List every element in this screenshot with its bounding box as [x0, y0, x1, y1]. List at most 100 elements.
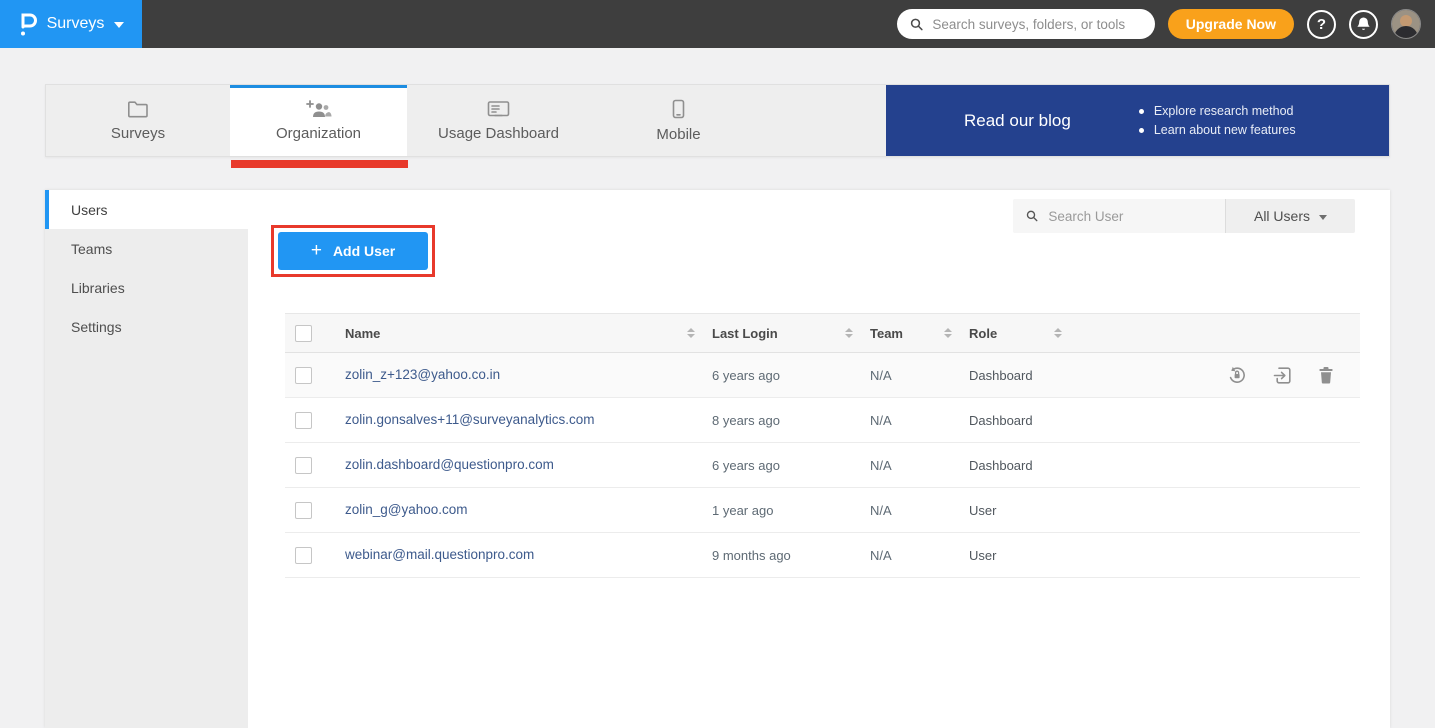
chevron-down-icon [114, 22, 124, 28]
sort-icon[interactable] [687, 328, 695, 338]
team-cell: N/A [866, 368, 965, 383]
tab-label: Organization [276, 125, 361, 142]
row-checkbox[interactable] [295, 367, 312, 384]
chevron-down-icon [1319, 215, 1327, 220]
questionpro-logo-icon [18, 11, 37, 37]
tab-surveys[interactable]: Surveys [46, 85, 230, 156]
last-login-cell: 6 years ago [708, 368, 866, 383]
select-all-checkbox[interactable] [295, 325, 312, 342]
user-email-link[interactable]: zolin_z+123@yahoo.co.in [345, 367, 500, 382]
column-header-team: Team [866, 326, 965, 341]
column-header-name: Name [330, 326, 708, 341]
sidebar-item-teams[interactable]: Teams [45, 229, 248, 268]
search-user-box [1013, 199, 1225, 233]
notifications-button[interactable] [1349, 10, 1378, 39]
help-button[interactable]: ? [1307, 10, 1336, 39]
add-group-icon [306, 100, 332, 118]
tab-mobile[interactable]: Mobile [590, 85, 767, 156]
row-checkbox[interactable] [295, 502, 312, 519]
row-checkbox[interactable] [295, 547, 312, 564]
last-login-cell: 1 year ago [708, 503, 866, 518]
annotation-highlight-organization-tab [231, 160, 408, 168]
add-user-label: Add User [333, 243, 395, 259]
user-email-link[interactable]: zolin.gonsalves+11@surveyanalytics.com [345, 412, 594, 427]
table-row: zolin.gonsalves+11@surveyanalytics.com 8… [285, 398, 1360, 443]
organization-panel: Users Teams Libraries Settings + Add Use… [45, 190, 1390, 728]
global-search [897, 9, 1155, 39]
sidebar-item-label: Libraries [71, 280, 125, 296]
blog-panel-title: Read our blog [964, 111, 1071, 131]
team-cell: N/A [866, 548, 965, 563]
blog-bullet-text: Learn about new features [1154, 123, 1296, 137]
user-filter-dropdown[interactable]: All Users [1225, 199, 1355, 233]
sidebar-item-libraries[interactable]: Libraries [45, 268, 248, 307]
add-user-button[interactable]: + Add User [278, 232, 428, 270]
last-login-cell: 8 years ago [708, 413, 866, 428]
users-table: Name Last Login Team Role [285, 313, 1360, 578]
dashboard-icon [487, 100, 510, 118]
sort-icon[interactable] [845, 328, 853, 338]
team-cell: N/A [866, 413, 965, 428]
table-row: zolin_g@yahoo.com 1 year ago N/A User [285, 488, 1360, 533]
user-email-link[interactable]: zolin_g@yahoo.com [345, 502, 468, 517]
plus-icon: + [311, 241, 322, 260]
table-row: webinar@mail.questionpro.com 9 months ag… [285, 533, 1360, 578]
table-row: zolin.dashboard@questionpro.com 6 years … [285, 443, 1360, 488]
role-cell: User [965, 548, 1075, 563]
user-email-link[interactable]: webinar@mail.questionpro.com [345, 547, 534, 562]
users-table-header: Name Last Login Team Role [285, 313, 1360, 353]
users-content: + Add User All Users [248, 190, 1390, 728]
user-avatar[interactable] [1391, 9, 1421, 39]
last-login-cell: 6 years ago [708, 458, 866, 473]
avatar-photo [1392, 10, 1420, 38]
role-cell: User [965, 503, 1075, 518]
sidebar-item-label: Settings [71, 319, 122, 335]
sidebar-item-users[interactable]: Users [45, 190, 248, 229]
sidebar-item-label: Users [71, 202, 108, 218]
sidebar-item-label: Teams [71, 241, 112, 257]
last-login-cell: 9 months ago [708, 548, 866, 563]
blog-bullet: Learn about new features [1139, 123, 1296, 137]
column-label: Name [345, 326, 380, 341]
column-label: Last Login [712, 326, 778, 341]
sidebar-item-settings[interactable]: Settings [45, 307, 248, 346]
row-checkbox[interactable] [295, 457, 312, 474]
module-tab-bar: Surveys Organization Usage Dashboard Mob… [45, 84, 1390, 157]
column-label: Role [969, 326, 997, 341]
sort-icon[interactable] [1054, 328, 1062, 338]
user-email-link[interactable]: zolin.dashboard@questionpro.com [345, 457, 554, 472]
folder-icon [127, 100, 149, 118]
column-header-last-login: Last Login [708, 326, 866, 341]
tab-organization[interactable]: Organization [230, 85, 407, 156]
tab-usage-dashboard[interactable]: Usage Dashboard [407, 85, 590, 156]
header-checkbox-cell [285, 325, 330, 342]
role-cell: Dashboard [965, 368, 1075, 383]
tab-label: Mobile [656, 126, 700, 143]
column-label: Team [870, 326, 903, 341]
topbar: Surveys Upgrade Now ? [0, 0, 1435, 48]
role-cell: Dashboard [965, 458, 1075, 473]
product-label: Surveys [47, 15, 105, 33]
table-row: zolin_z+123@yahoo.co.in 6 years ago N/A … [285, 353, 1360, 398]
product-switcher[interactable]: Surveys [0, 0, 142, 48]
org-sidebar: Users Teams Libraries Settings [45, 190, 248, 728]
search-icon [1026, 209, 1038, 223]
team-cell: N/A [866, 458, 965, 473]
bullet-dot-icon [1139, 109, 1144, 114]
mobile-icon [672, 99, 685, 119]
blog-bullet-text: Explore research method [1154, 104, 1294, 118]
reset-password-icon[interactable] [1227, 365, 1247, 385]
blog-promo-panel[interactable]: Read our blog Explore research method Le… [886, 85, 1389, 156]
global-search-input[interactable] [932, 17, 1141, 32]
row-checkbox[interactable] [295, 412, 312, 429]
blog-bullet-list: Explore research method Learn about new … [1139, 99, 1296, 142]
user-list-controls: All Users [1013, 199, 1355, 233]
sort-icon[interactable] [944, 328, 952, 338]
tab-label: Usage Dashboard [438, 125, 559, 142]
row-actions [1075, 365, 1360, 385]
login-as-icon[interactable] [1273, 366, 1292, 385]
upgrade-now-button[interactable]: Upgrade Now [1168, 9, 1294, 39]
search-user-input[interactable] [1048, 209, 1212, 224]
delete-icon[interactable] [1318, 366, 1334, 384]
blog-bullet: Explore research method [1139, 104, 1296, 118]
